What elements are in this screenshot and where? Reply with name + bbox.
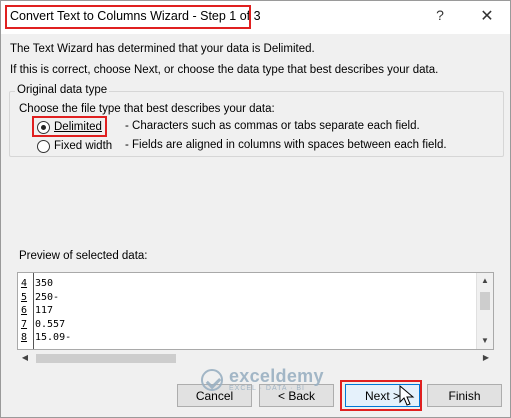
preview-horizontal-scrollbar[interactable]: ◀ ▶: [17, 350, 494, 367]
radio-fixed-width-circle[interactable]: [37, 139, 50, 153]
horizontal-scroll-thumb[interactable]: [36, 354, 176, 363]
file-type-prompt: Choose the file type that best describes…: [19, 103, 275, 115]
exceldemy-watermark: exceldemy EXCEL · DATA · BI: [201, 367, 324, 393]
radio-fixed-width-label: Fixed width: [54, 140, 113, 152]
preview-row-value: 117: [35, 305, 54, 316]
watermark-name: exceldemy: [229, 366, 324, 386]
preview-row: 7 0.557: [18, 318, 71, 332]
preview-row-value: 0.557: [35, 318, 66, 330]
exceldemy-logo-icon: [201, 369, 223, 391]
preview-area[interactable]: 4 350 5 250- 6 117 7 0.557 8 15.09- ▲ ▼: [17, 272, 494, 350]
scroll-left-icon[interactable]: ◀: [17, 350, 33, 366]
wizard-dialog: Convert Text to Columns Wizard - Step 1 …: [0, 0, 511, 418]
finish-button[interactable]: Finish: [427, 384, 502, 407]
preview-row-number: 6: [21, 305, 28, 316]
mouse-pointer-icon: [399, 385, 415, 406]
preview-row: 4 350: [18, 277, 71, 291]
preview-label: Preview of selected data:: [19, 250, 148, 262]
scroll-down-icon[interactable]: ▼: [477, 333, 493, 349]
title-highlight: [5, 5, 251, 29]
watermark-tagline: EXCEL · DATA · BI: [229, 385, 305, 392]
preview-row-value: 15.09-: [35, 332, 72, 343]
preview-row-number: 7: [21, 318, 28, 330]
title-bar: Convert Text to Columns Wizard - Step 1 …: [1, 1, 510, 34]
preview-row-number: 4: [21, 278, 28, 289]
delimited-highlight: [32, 116, 107, 137]
radio-fixed-width-description: - Fields are aligned in columns with spa…: [125, 139, 447, 151]
preview-rows: 4 350 5 250- 6 117 7 0.557 8 15.09-: [18, 277, 71, 345]
intro-line-2: If this is correct, choose Next, or choo…: [10, 64, 439, 76]
preview-row: 6 117: [18, 304, 71, 318]
intro-line-1: The Text Wizard has determined that your…: [10, 43, 315, 55]
group-legend: Original data type: [15, 84, 110, 96]
preview-row: 5 250-: [18, 291, 71, 305]
vertical-scroll-thumb[interactable]: [480, 292, 490, 310]
close-button[interactable]: ✕: [475, 6, 499, 28]
preview-vertical-scrollbar[interactable]: ▲ ▼: [476, 273, 493, 349]
preview-row: 8 15.09-: [18, 331, 71, 345]
radio-fixed-width[interactable]: Fixed width: [37, 138, 112, 154]
scroll-right-icon[interactable]: ▶: [478, 350, 494, 366]
preview-row-number: 8: [21, 332, 28, 343]
preview-row-number: 5: [21, 291, 28, 303]
preview-row-value: 250-: [35, 291, 60, 303]
scroll-up-icon[interactable]: ▲: [477, 273, 493, 289]
help-button[interactable]: ?: [429, 7, 451, 27]
radio-delimited-description: - Characters such as commas or tabs sepa…: [125, 120, 420, 132]
preview-row-value: 350: [35, 278, 54, 289]
